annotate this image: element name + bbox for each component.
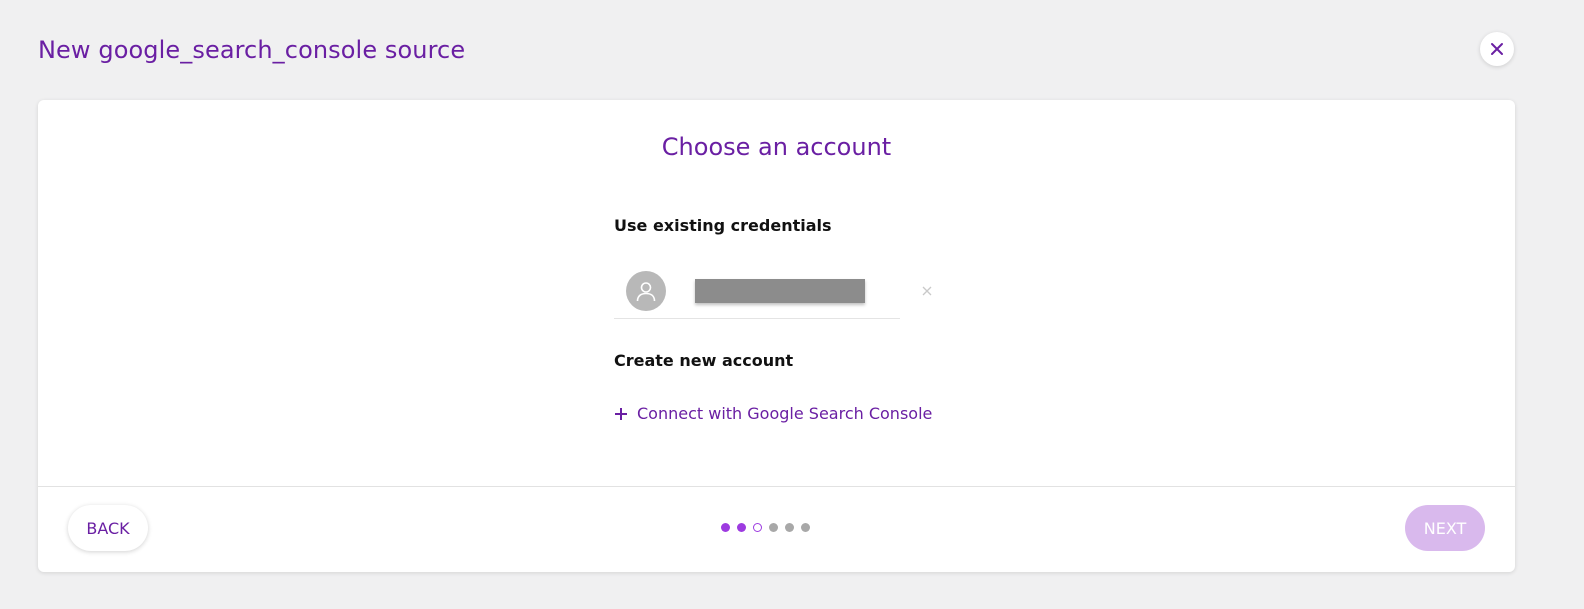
back-button[interactable]: BACK bbox=[68, 505, 148, 551]
step-dot-3 bbox=[753, 523, 762, 532]
existing-account-row[interactable] bbox=[614, 264, 932, 319]
step-dot-1 bbox=[721, 523, 730, 532]
create-account-label: Create new account bbox=[614, 351, 794, 370]
remove-icon bbox=[922, 286, 932, 296]
step-dot-6 bbox=[801, 523, 810, 532]
account-name-redacted bbox=[695, 279, 865, 303]
plus-icon bbox=[615, 407, 627, 420]
wizard-card: Choose an account Use existing credentia… bbox=[38, 100, 1515, 572]
close-icon bbox=[1491, 43, 1503, 55]
step-dot-5 bbox=[785, 523, 794, 532]
step-dot-2 bbox=[737, 523, 746, 532]
user-icon bbox=[636, 282, 656, 302]
footer-divider bbox=[38, 486, 1515, 487]
card-title: Choose an account bbox=[661, 133, 892, 161]
account-chooser: Use existing credentials Create new acco… bbox=[614, 216, 954, 423]
page-title: New google_search_console source bbox=[38, 36, 466, 64]
next-button[interactable]: NEXT bbox=[1405, 505, 1485, 551]
connect-link-label: Connect with Google Search Console bbox=[637, 404, 933, 423]
remove-account-button[interactable] bbox=[920, 284, 934, 298]
connect-google-search-console-link[interactable]: Connect with Google Search Console bbox=[614, 404, 932, 423]
close-button[interactable] bbox=[1480, 32, 1514, 66]
avatar bbox=[626, 271, 666, 311]
existing-credentials-label: Use existing credentials bbox=[614, 216, 832, 235]
step-indicator bbox=[721, 523, 810, 532]
step-dot-4 bbox=[769, 523, 778, 532]
